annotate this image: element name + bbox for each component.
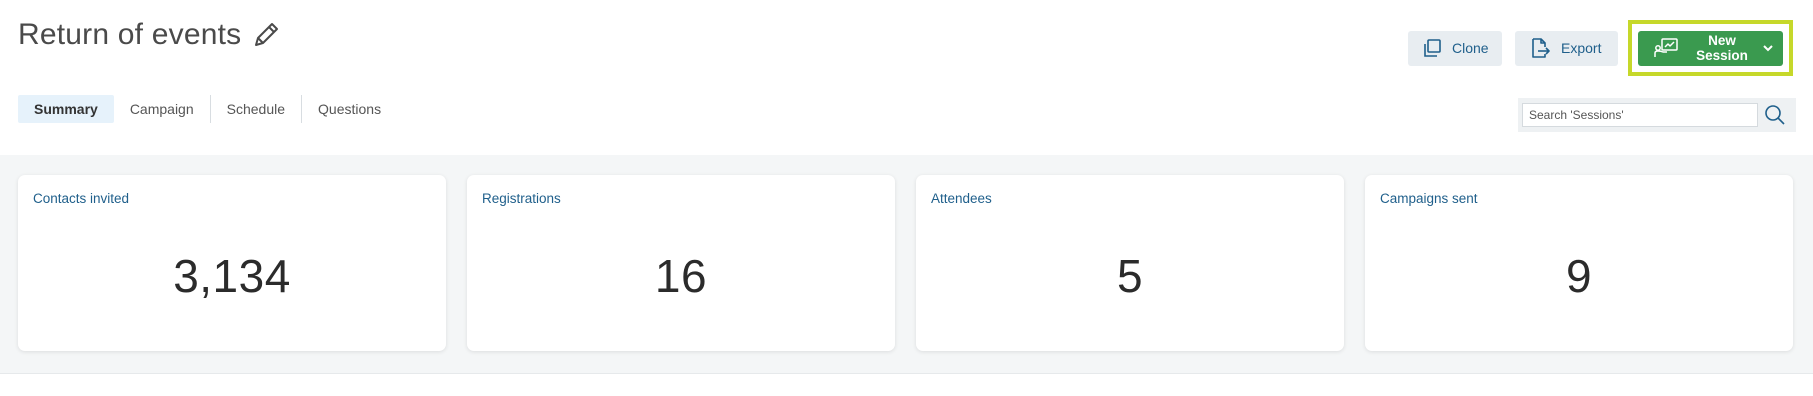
header-actions: Clone Export New Session (1408, 20, 1793, 76)
tab-campaign[interactable]: Campaign (114, 95, 210, 123)
stat-card-attendees: Attendees 5 (916, 175, 1344, 351)
stat-label: Attendees (931, 191, 992, 206)
stat-label: Registrations (482, 191, 561, 206)
stat-value: 3,134 (173, 250, 291, 302)
stat-value: 16 (654, 250, 708, 302)
export-label: Export (1561, 40, 1602, 56)
tab-summary[interactable]: Summary (18, 95, 114, 123)
summary-stats: Contacts invited 3,134 Registrations 16 … (0, 155, 1813, 373)
stat-value: 9 (1565, 250, 1593, 302)
pencil-icon[interactable] (249, 18, 283, 52)
page-title: Return of events (18, 18, 242, 51)
clone-label: Clone (1452, 40, 1489, 56)
export-file-icon (1529, 37, 1551, 59)
stat-value: 5 (1116, 250, 1144, 302)
clone-button[interactable]: Clone (1408, 30, 1502, 66)
content-bottom (0, 373, 1813, 396)
page-header: Return of events Clone Export New Sessio… (0, 0, 1813, 155)
stat-card-registrations: Registrations 16 (467, 175, 895, 351)
title-area: Return of events (18, 18, 283, 52)
search-box (1518, 98, 1796, 132)
new-session-label: New Session (1696, 33, 1748, 63)
new-session-button[interactable]: New Session (1638, 30, 1783, 66)
stat-label: Contacts invited (33, 191, 130, 206)
tab-questions[interactable]: Questions (302, 95, 397, 123)
chevron-down-icon (1763, 44, 1773, 52)
tab-schedule[interactable]: Schedule (211, 95, 301, 123)
copy-icon (1422, 38, 1442, 58)
search-input[interactable] (1522, 103, 1758, 127)
search-icon[interactable] (1758, 98, 1792, 132)
presentation-icon (1654, 38, 1678, 58)
export-button[interactable]: Export (1515, 30, 1618, 66)
tab-bar: Summary Campaign Schedule Questions (18, 95, 397, 123)
highlight-box: New Session (1628, 20, 1793, 76)
stat-card-contacts-invited: Contacts invited 3,134 (18, 175, 446, 351)
stat-card-campaigns-sent: Campaigns sent 9 (1365, 175, 1793, 351)
stat-label: Campaigns sent (1380, 191, 1478, 206)
